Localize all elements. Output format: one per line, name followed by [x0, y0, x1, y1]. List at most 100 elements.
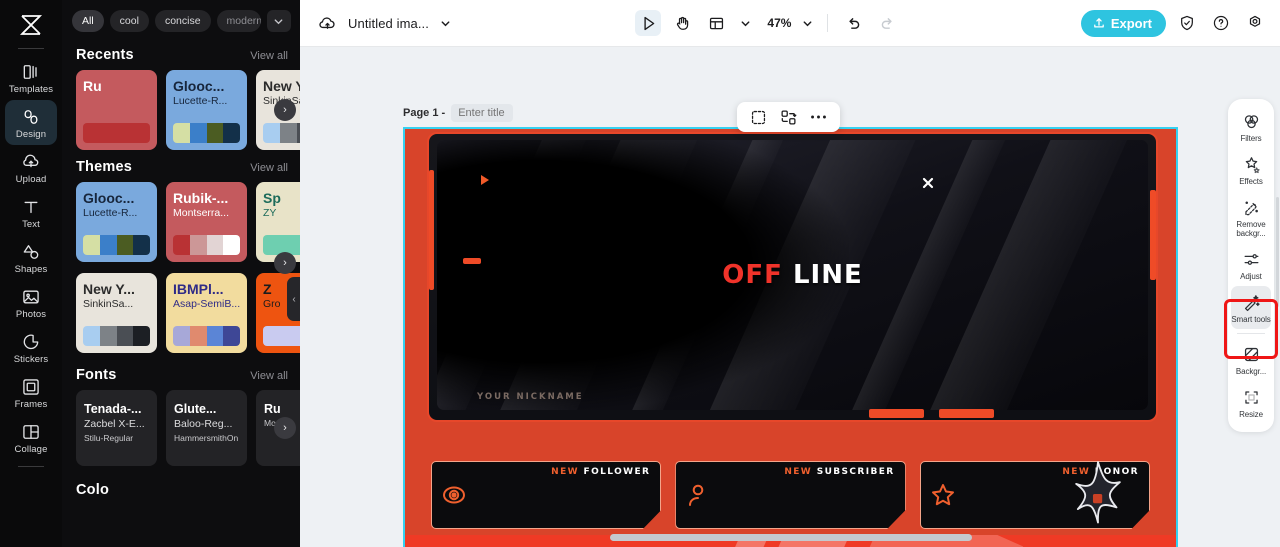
themes-row-1: › Glooc... Lucette-R... Rubik-... Montserra… [62, 182, 300, 274]
right-tool-label: Smart tools [1231, 315, 1271, 324]
sidebar-item-frames[interactable]: Frames [5, 370, 57, 415]
main-area: Untitled ima... 47% Export Page 1 - Ente… [300, 0, 1280, 547]
filter-chip-all[interactable]: All [72, 10, 104, 32]
effects-icon [1242, 155, 1261, 174]
gear-icon[interactable] [1242, 10, 1268, 36]
sidebar-item-text[interactable]: Text [5, 190, 57, 235]
sidebar-item-label: Templates [8, 84, 54, 95]
sidebar-item-collage[interactable]: Collage [5, 415, 57, 460]
alert-label: NEW FOLLOWER [551, 467, 650, 477]
right-tool-resize[interactable]: Resize [1231, 381, 1271, 424]
smart-tools-icon [1242, 293, 1261, 312]
app-root: Templates Design Upload Text Shapes Photos Sti… [0, 0, 1280, 547]
font-card[interactable]: Glute... Baloo-Reg... HammersmithOn... [166, 390, 247, 466]
sidebar-item-label: Shapes [14, 264, 48, 275]
theme-card[interactable]: Glooc... Lucette-R... [166, 70, 247, 150]
remove-background-icon [1242, 198, 1261, 217]
right-tools-sidebar: Filters Effects Remove backgr... Adjust Smar… [1228, 99, 1274, 432]
font-card-name-2: Baloo-Reg... [174, 418, 233, 430]
chevron-down-icon[interactable] [437, 10, 455, 36]
sidebar-item-upload[interactable]: Upload [5, 145, 57, 190]
right-tool-label: Resize [1239, 410, 1263, 419]
right-tool-smart-tools[interactable]: Smart tools [1231, 286, 1271, 329]
right-tool-effects[interactable]: Effects [1231, 148, 1271, 191]
page-label-group: Page 1 - [403, 104, 514, 122]
replace-media-icon[interactable] [780, 109, 797, 126]
theme-card[interactable]: Glooc... Lucette-R... [76, 182, 157, 262]
sidebar-item-templates[interactable]: Templates [5, 55, 57, 100]
section-header-colors: Colo [62, 466, 300, 505]
question-circle-icon[interactable] [1208, 10, 1234, 36]
export-upload-icon [1092, 16, 1106, 30]
canvas-horizontal-scrollbar[interactable] [300, 530, 1280, 544]
right-sidebar-scrollbar[interactable] [1276, 197, 1279, 307]
theme-card[interactable]: Rubik-... Montserra... [166, 182, 247, 262]
theme-swatches [173, 123, 240, 143]
zoom-chevron-down-icon[interactable] [799, 10, 815, 36]
crop-select-icon[interactable] [750, 109, 767, 126]
section-title: Fonts [76, 367, 117, 383]
right-tool-backgr[interactable]: Backgr... [1231, 338, 1271, 381]
right-tool-adjust[interactable]: Adjust [1231, 243, 1271, 286]
cursor-arrow-icon[interactable] [635, 10, 662, 36]
layout-grid-icon[interactable] [703, 10, 729, 36]
more-options-icon[interactable] [810, 114, 827, 120]
sidebar-item-photos[interactable]: Photos [5, 280, 57, 325]
sidebar-item-design[interactable]: Design [5, 100, 57, 145]
selection-floating-toolbar [737, 102, 840, 132]
font-card[interactable]: Tenada-... Zacbel X-E... Stilu-Regular [76, 390, 157, 466]
design-icon [21, 107, 41, 127]
theme-card[interactable]: New Y...SinkinSa... [76, 273, 157, 353]
artwork-close-x-icon[interactable] [920, 175, 936, 191]
toolbar-divider [827, 14, 829, 32]
theme-card-subtitle: Lucette-R... [83, 207, 138, 219]
recents-next-arrow[interactable]: › [274, 99, 296, 121]
theme-swatches [173, 326, 240, 346]
theme-card[interactable]: Sp ZY [256, 182, 300, 262]
artboard[interactable]: OFF LINE YOUR NICKNAME NEW FOLLOWER ✕ NEW … [403, 127, 1178, 547]
redo-arrow-icon[interactable] [874, 10, 900, 36]
layout-chevron-down-icon[interactable] [737, 10, 753, 36]
hand-icon[interactable] [669, 10, 695, 36]
text-icon [21, 197, 41, 217]
right-tool-label: Filters [1240, 134, 1262, 143]
canvas-viewport[interactable]: Page 1 - Enter title OFF LINE YOUR NICKN… [300, 47, 1280, 547]
shield-check-icon[interactable] [1174, 10, 1200, 36]
page-title-input[interactable] [451, 104, 514, 122]
upload-icon [21, 152, 41, 172]
right-tool-remove-backgr[interactable]: Remove backgr... [1231, 191, 1271, 243]
theme-swatches [83, 326, 150, 346]
export-label: Export [1110, 15, 1152, 31]
cloud-upload-icon[interactable] [314, 10, 340, 36]
sidebar-item-label: Stickers [13, 354, 49, 365]
filter-chip-concise[interactable]: concise [154, 10, 211, 32]
chevron-down-icon[interactable] [266, 10, 291, 32]
view-all-themes[interactable]: View all [250, 162, 288, 174]
resize-icon [1242, 388, 1261, 407]
filter-chip-modern[interactable]: modern [216, 10, 261, 32]
filter-chip-cool[interactable]: cool [109, 10, 149, 32]
theme-card[interactable]: Ru [76, 70, 157, 150]
fonts-next-arrow[interactable]: › [274, 417, 296, 439]
sidebar-item-stickers[interactable]: Stickers [5, 325, 57, 370]
zoom-level[interactable]: 47% [767, 16, 791, 30]
panel-collapse-handle[interactable]: ‹ [287, 277, 300, 321]
theme-card-subtitle: Asap-SemiB... [173, 298, 240, 310]
artwork-screen-inner: OFF LINE YOUR NICKNAME [437, 140, 1148, 410]
right-tool-label: Remove backgr... [1236, 220, 1266, 238]
artwork-nickname-text: YOUR NICKNAME [477, 392, 584, 402]
undo-arrow-icon[interactable] [840, 10, 866, 36]
app-logo-icon[interactable] [11, 8, 51, 42]
view-all-fonts[interactable]: View all [250, 370, 288, 382]
theme-card[interactable]: IBMPl... Asap-SemiB... [166, 273, 247, 353]
export-button[interactable]: Export [1080, 9, 1166, 37]
sidebar-item-shapes[interactable]: Shapes [5, 235, 57, 280]
right-tool-filters[interactable]: Filters [1231, 105, 1271, 148]
alert-prefix: NEW [784, 467, 813, 477]
artwork-offline-overlay: OFF LINE YOUR NICKNAME NEW FOLLOWER ✕ NEW … [405, 129, 1176, 547]
themes-next-arrow[interactable]: › [274, 252, 296, 274]
stickers-icon [21, 332, 41, 352]
theme-card-subtitle: Montserra... [173, 207, 230, 219]
view-all-recents[interactable]: View all [250, 50, 288, 62]
document-title[interactable]: Untitled ima... [348, 16, 429, 31]
